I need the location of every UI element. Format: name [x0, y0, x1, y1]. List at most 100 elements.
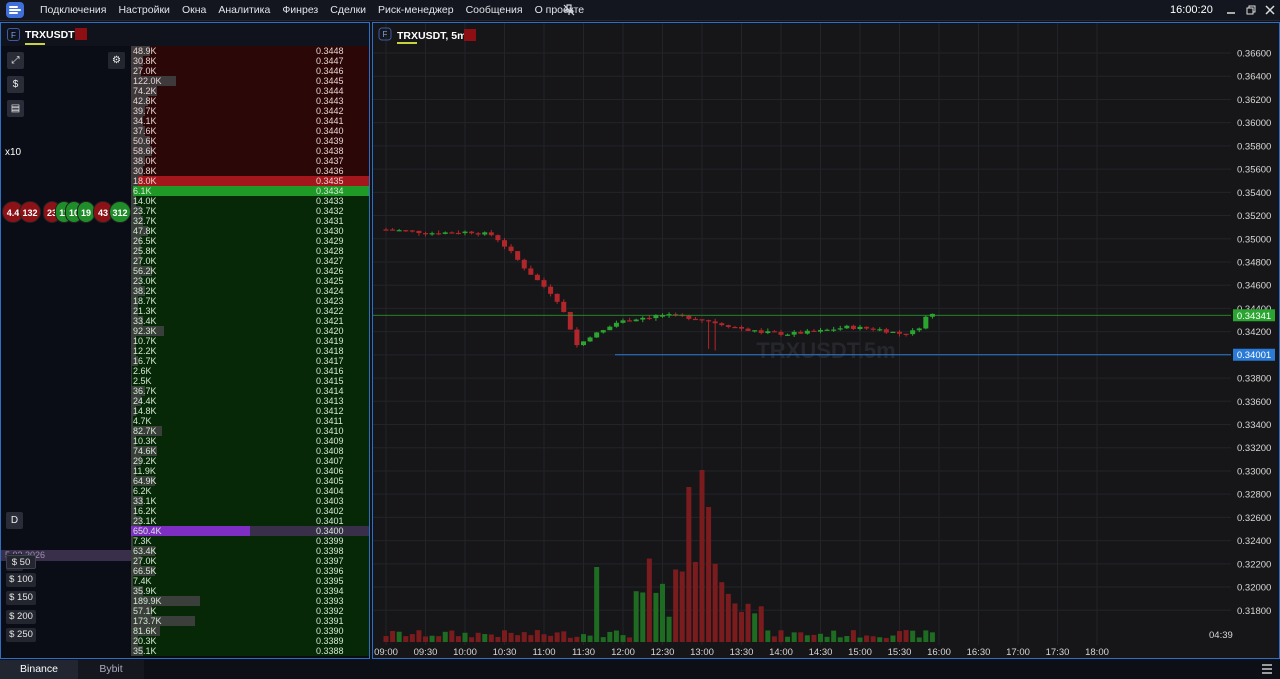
candle: [574, 329, 580, 346]
quantity-button[interactable]: $ 250: [6, 628, 36, 642]
bid-row[interactable]: 12.2K 0.3418: [131, 346, 369, 356]
quantity-button[interactable]: $ 100: [6, 573, 36, 587]
link-color-square[interactable]: [75, 28, 87, 40]
ask-row[interactable]: 122.0K 0.3445: [131, 76, 369, 86]
menu-item-5[interactable]: Сделки: [324, 0, 372, 20]
bid-row[interactable]: 36.7K 0.3414: [131, 386, 369, 396]
chart-title[interactable]: TRXUSDT, 5m: [397, 30, 466, 42]
volume-value: 21.3K: [133, 306, 157, 316]
volume-value: 6.1K: [133, 186, 152, 196]
ask-row[interactable]: 48.9K 0.3448: [131, 46, 369, 56]
bid-row[interactable]: 2.6K 0.3416: [131, 366, 369, 376]
gear-icon[interactable]: ⚙: [108, 52, 125, 69]
volume-bar: [515, 635, 521, 642]
bid-row[interactable]: 6.2K 0.3404: [131, 486, 369, 496]
bid-row[interactable]: 57.1K 0.3392: [131, 606, 369, 616]
bid-row[interactable]: 18.7K 0.3423: [131, 296, 369, 306]
price-chart[interactable]: 0.36600 0.36400 0.36200 0.36000 0.35800 0.356…: [373, 23, 1279, 658]
bid-row[interactable]: 14.8K 0.3412: [131, 406, 369, 416]
bid-row[interactable]: 47.8K 0.3430: [131, 226, 369, 236]
menu-item-1[interactable]: Настройки: [112, 0, 176, 20]
bid-row[interactable]: 64.9K 0.3405: [131, 476, 369, 486]
quantity-button[interactable]: $ 50: [6, 555, 36, 569]
ask-row[interactable]: 42.8K 0.3443: [131, 96, 369, 106]
bid-row[interactable]: 14.0K 0.3433: [131, 196, 369, 206]
d-button[interactable]: D: [6, 512, 23, 529]
bid-row[interactable]: 35.1K 0.3388: [131, 646, 369, 656]
bid-row[interactable]: 56.2K 0.3426: [131, 266, 369, 276]
bid-row[interactable]: 23.1K 0.3401: [131, 516, 369, 526]
bid-row[interactable]: 2.5K 0.3415: [131, 376, 369, 386]
ask-row[interactable]: 30.8K 0.3436: [131, 166, 369, 176]
minimize-icon[interactable]: [1224, 3, 1238, 17]
ask-row[interactable]: 38.0K 0.3437: [131, 156, 369, 166]
bid-row[interactable]: 21.3K 0.3422: [131, 306, 369, 316]
ask-row[interactable]: 27.0K 0.3446: [131, 66, 369, 76]
app-logo-icon[interactable]: [6, 2, 24, 18]
bid-row[interactable]: 66.5K 0.3396: [131, 566, 369, 576]
dollar-icon[interactable]: $: [7, 76, 24, 93]
list-icon[interactable]: [1261, 663, 1273, 675]
bid-row[interactable]: 23.0K 0.3425: [131, 276, 369, 286]
ask-row[interactable]: 18.0K 0.3435: [131, 176, 369, 186]
bid-row[interactable]: 24.4K 0.3413: [131, 396, 369, 406]
menu-item-4[interactable]: Финрез: [276, 0, 324, 20]
bid-row[interactable]: 6.1K 0.3434: [131, 186, 369, 196]
menu-item-6[interactable]: Риск-менеджер: [372, 0, 460, 20]
bid-row[interactable]: 27.0K 0.3397: [131, 556, 369, 566]
bid-row[interactable]: 32.7K 0.3431: [131, 216, 369, 226]
bid-row[interactable]: 92.3K 0.3420: [131, 326, 369, 336]
menu-item-0[interactable]: Подключения: [34, 0, 112, 20]
restore-icon[interactable]: [1244, 3, 1258, 17]
ask-row[interactable]: 34.1K 0.3441: [131, 116, 369, 126]
bid-row[interactable]: 16.2K 0.3402: [131, 506, 369, 516]
link-color-square[interactable]: [464, 29, 476, 41]
bid-row[interactable]: 25.8K 0.3428: [131, 246, 369, 256]
bid-row[interactable]: 27.0K 0.3427: [131, 256, 369, 266]
bid-row[interactable]: 7.4K 0.3395: [131, 576, 369, 586]
tab-bybit[interactable]: Bybit: [78, 660, 144, 679]
ask-row[interactable]: 58.6K 0.3438: [131, 146, 369, 156]
bid-row[interactable]: 82.7K 0.3410: [131, 426, 369, 436]
bid-row[interactable]: 63.4K 0.3398: [131, 546, 369, 556]
ask-row[interactable]: 30.8K 0.3447: [131, 56, 369, 66]
price-value: 0.3415: [316, 376, 344, 386]
ask-row[interactable]: 74.2K 0.3444: [131, 86, 369, 96]
close-icon[interactable]: [1263, 3, 1277, 17]
bid-row[interactable]: 189.9K 0.3393: [131, 596, 369, 606]
bid-row[interactable]: 11.9K 0.3406: [131, 466, 369, 476]
bid-row[interactable]: 650.4K 0.3400: [131, 526, 369, 536]
bid-row[interactable]: 38.2K 0.3424: [131, 286, 369, 296]
bid-row[interactable]: 23.7K 0.3432: [131, 206, 369, 216]
bid-row[interactable]: 81.6K 0.3390: [131, 626, 369, 636]
bid-row[interactable]: 35.9K 0.3394: [131, 586, 369, 596]
bid-row[interactable]: 20.3K 0.3389: [131, 636, 369, 646]
bid-row[interactable]: 10.7K 0.3419: [131, 336, 369, 346]
ask-row[interactable]: 37.6K 0.3440: [131, 126, 369, 136]
bid-row[interactable]: 10.3K 0.3409: [131, 436, 369, 446]
menu-item-2[interactable]: Окна: [176, 0, 212, 20]
price-value: 0.3418: [316, 346, 344, 356]
bid-row[interactable]: 26.5K 0.3429: [131, 236, 369, 246]
bid-row[interactable]: 33.4K 0.3421: [131, 316, 369, 326]
quantity-button[interactable]: $ 150: [6, 591, 36, 605]
bid-row[interactable]: 7.3K 0.3399: [131, 536, 369, 546]
volume-value: 42.8K: [133, 96, 157, 106]
ask-row[interactable]: 39.7K 0.3442: [131, 106, 369, 116]
orderbook-symbol[interactable]: TRXUSDT: [25, 29, 75, 41]
bid-row[interactable]: 74.6K 0.3408: [131, 446, 369, 456]
chart-add-icon[interactable]: ⤢: [7, 52, 24, 69]
menu-item-8[interactable]: О проекте: [529, 0, 591, 20]
bid-row[interactable]: 29.2K 0.3407: [131, 456, 369, 466]
menu-item-7[interactable]: Сообщения: [460, 0, 529, 20]
quantity-button[interactable]: $ 200: [6, 610, 36, 624]
bid-row[interactable]: 33.1K 0.3403: [131, 496, 369, 506]
bid-row[interactable]: 173.7K 0.3391: [131, 616, 369, 626]
menu-item-3[interactable]: Аналитика: [212, 0, 276, 20]
ask-row[interactable]: 50.6K 0.3439: [131, 136, 369, 146]
tab-binance[interactable]: Binance: [0, 660, 78, 679]
bid-row[interactable]: 16.7K 0.3417: [131, 356, 369, 366]
pin-off-icon[interactable]: [562, 3, 576, 17]
calculator-icon[interactable]: ▤: [7, 100, 24, 117]
bid-row[interactable]: 4.7K 0.3411: [131, 416, 369, 426]
